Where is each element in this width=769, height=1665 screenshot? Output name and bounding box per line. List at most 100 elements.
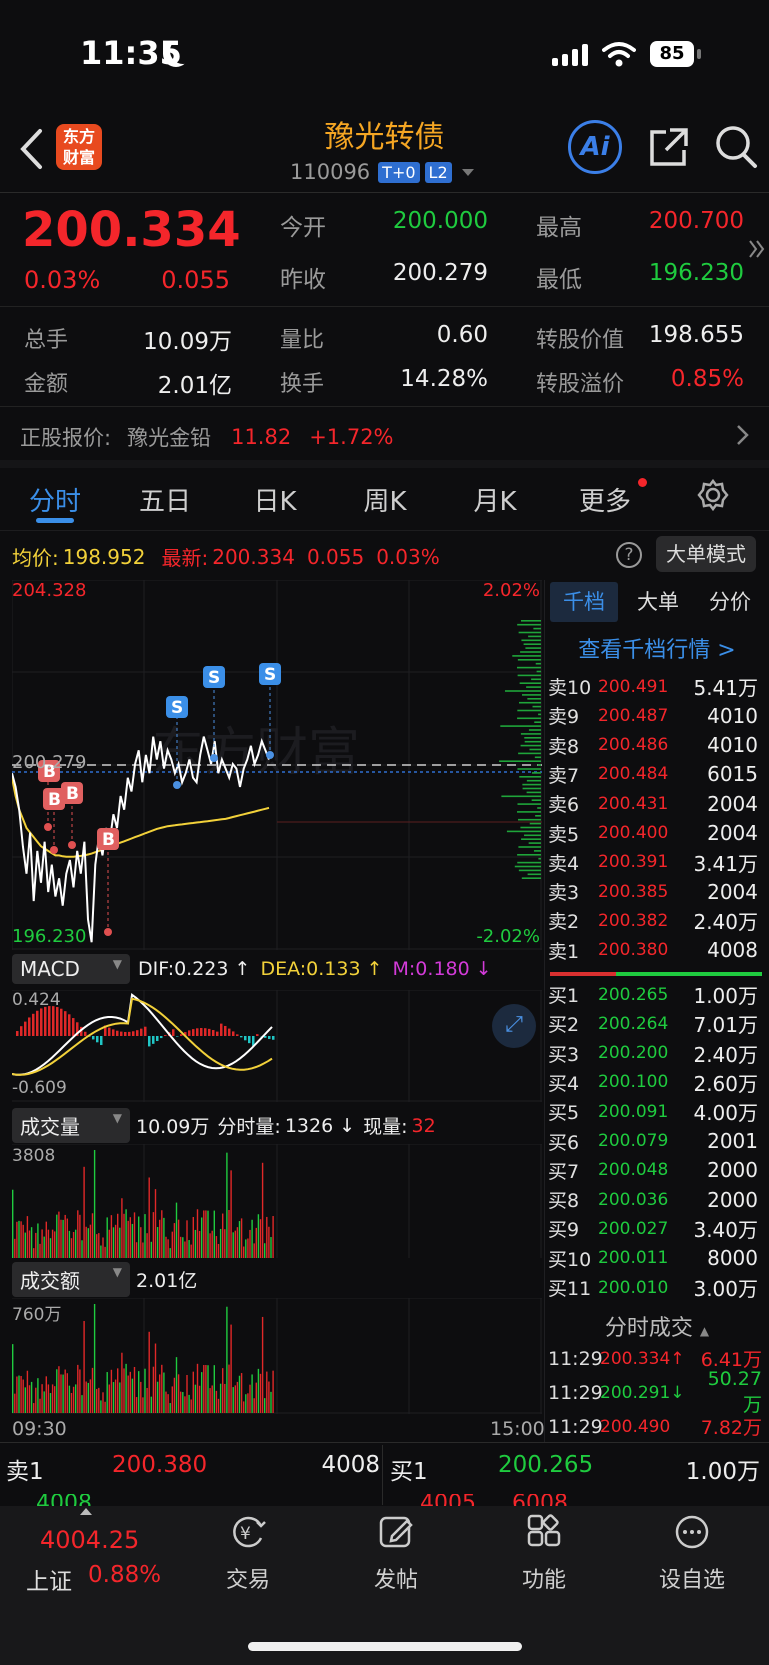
trade-volume: 7.82万: [700, 1417, 762, 1439]
sell-order-row[interactable]: 卖3 200.385 2004: [548, 877, 763, 906]
buy-order-row[interactable]: 买1 200.265 1.00万: [548, 980, 763, 1009]
buy-order-row[interactable]: 买5 200.091 4.00万: [548, 1097, 763, 1126]
volume-bar: [87, 1382, 89, 1413]
current-volume-value: 32: [411, 1114, 436, 1137]
volume-bar: [192, 1371, 194, 1413]
index-value[interactable]: 4004.25: [40, 1526, 139, 1554]
amount-chart[interactable]: [12, 1298, 542, 1414]
tab-monthly-k[interactable]: 月K: [440, 481, 550, 518]
sell-order-row[interactable]: 卖5 200.400 2004: [548, 819, 763, 848]
orderbook-tab-bigorder[interactable]: 大单: [624, 582, 692, 622]
nav-function[interactable]: 功能: [494, 1512, 594, 1594]
chevron-right-icon[interactable]: [736, 424, 750, 446]
nav-post[interactable]: 发帖: [346, 1512, 446, 1594]
sell-order-row[interactable]: 卖1 200.380 4008: [548, 936, 763, 965]
fullscreen-icon[interactable]: ⤢: [492, 1004, 536, 1048]
trades-header-label: 分时成交: [604, 1316, 693, 1341]
depth-bar: [535, 815, 541, 817]
view-depth-link[interactable]: 查看千档行情 >: [548, 632, 766, 664]
orderbook-tab-depth[interactable]: 千档: [550, 582, 618, 622]
sell-order-row[interactable]: 卖8 200.486 4010: [548, 731, 763, 760]
sell-order-row[interactable]: 卖6 200.431 2004: [548, 789, 763, 818]
buy-order-row[interactable]: 买9 200.027 3.40万: [548, 1214, 763, 1243]
depth-bar: [517, 803, 541, 805]
macd-bottom-label: -0.609: [12, 1078, 67, 1098]
buy-level-price: 200.091: [598, 1101, 669, 1122]
macd-bar: [148, 1036, 151, 1047]
volume-bar: [133, 1366, 136, 1413]
volume-selector[interactable]: 成交量 ▼: [12, 1108, 130, 1143]
security-code: 110096: [290, 160, 371, 184]
macd-bar: [200, 1028, 203, 1036]
buy-order-row[interactable]: 买6 200.079 2001: [548, 1127, 763, 1156]
sell-order-row[interactable]: 卖4 200.391 3.41万: [548, 848, 763, 877]
volume-bar: [251, 1219, 253, 1258]
volume-chart[interactable]: [12, 1144, 542, 1258]
depth-bar: [538, 713, 541, 716]
nav-watchlist[interactable]: 设自选: [642, 1512, 742, 1594]
minute-volume-label: 分时量:: [217, 1116, 281, 1138]
volume-bar: [217, 1243, 220, 1258]
buy-order-row[interactable]: 买2 200.264 7.01万: [548, 1009, 763, 1038]
buy-marker[interactable]: B: [97, 828, 119, 936]
expand-chevron-icon[interactable]: [748, 238, 766, 260]
y-axis-top-label: 204.328: [12, 580, 87, 601]
volume-bar: [91, 1213, 94, 1258]
macd-chart[interactable]: [12, 990, 542, 1102]
search-icon[interactable]: [714, 124, 758, 170]
battery-tip: [697, 49, 701, 59]
buy-order-row[interactable]: 买7 200.048 2000: [548, 1156, 763, 1185]
depth-bar: [537, 807, 541, 809]
macd-bar: [124, 1031, 127, 1036]
settings-gear-icon[interactable]: [696, 478, 730, 512]
nav-trade[interactable]: ¥ 交易: [198, 1512, 298, 1594]
amount-selector[interactable]: 成交额 ▼: [12, 1262, 130, 1297]
help-icon[interactable]: ?: [616, 542, 642, 568]
tab-intraday[interactable]: 分时: [0, 481, 110, 518]
depth-bar: [528, 729, 541, 731]
amount-legend: 成交额 ▼ 2.01亿: [12, 1262, 197, 1297]
volume-bar: [30, 1227, 33, 1258]
svg-text:B: B: [66, 784, 79, 804]
volume-bar: [98, 1233, 100, 1258]
volume-bar: [194, 1384, 197, 1413]
buy-order-row[interactable]: 买3 200.200 2.40万: [548, 1039, 763, 1068]
depth-bar: [518, 701, 541, 704]
buy-order-row[interactable]: 买10 200.011 8000: [548, 1244, 763, 1273]
volume-bar: [245, 1394, 247, 1413]
tab-five-day[interactable]: 五日: [110, 481, 220, 518]
volume-bar: [35, 1232, 37, 1258]
volume-bar: [102, 1237, 104, 1258]
macd-bar: [188, 1030, 191, 1036]
security-code-row[interactable]: 110096 T+0 L2: [290, 160, 474, 184]
tab-weekly-k[interactable]: 周K: [330, 481, 440, 518]
underlying-stock-row[interactable]: 正股报价: 豫光金铅 11.82 +1.72%: [20, 422, 394, 452]
orderbook-tab-price[interactable]: 分价: [696, 582, 764, 622]
amount-top-label: 760万: [12, 1305, 62, 1325]
volume-bar: [125, 1209, 127, 1258]
sell-order-row[interactable]: 卖7 200.484 6015: [548, 760, 763, 789]
buy-marker[interactable]: B: [61, 782, 83, 849]
macd-bar: [172, 1029, 175, 1036]
volume-bar: [108, 1229, 110, 1258]
macd-selector[interactable]: MACD ▼: [12, 954, 130, 984]
buy-order-row[interactable]: 买8 200.036 2000: [548, 1185, 763, 1214]
sell-order-row[interactable]: 卖10 200.491 5.41万: [548, 672, 763, 701]
buy-order-row[interactable]: 买11 200.010 3.00万: [548, 1273, 763, 1302]
volume-bar: [37, 1378, 39, 1413]
volume-bar: [159, 1219, 161, 1258]
latest-value: 200.334: [212, 544, 295, 569]
trades-header[interactable]: 分时成交 ▲: [548, 1310, 766, 1342]
prev-close-value: 200.279: [392, 260, 488, 286]
share-icon[interactable]: [648, 126, 690, 168]
sell-order-row[interactable]: 卖2 200.382 2.40万: [548, 906, 763, 935]
big-order-mode-button[interactable]: 大单模式: [656, 536, 756, 572]
volume-bar: [91, 1367, 94, 1413]
intraday-price-chart[interactable]: 东方财富 S S S B B B B: [12, 580, 542, 950]
buy-order-row[interactable]: 买4 200.100 2.60万: [548, 1068, 763, 1097]
ai-button[interactable]: Ai: [568, 120, 622, 174]
tab-daily-k[interactable]: 日K: [220, 481, 330, 518]
more-dots-icon: [675, 1515, 709, 1549]
volume-bar: [150, 1241, 152, 1258]
sell-order-row[interactable]: 卖9 200.487 4010: [548, 701, 763, 730]
